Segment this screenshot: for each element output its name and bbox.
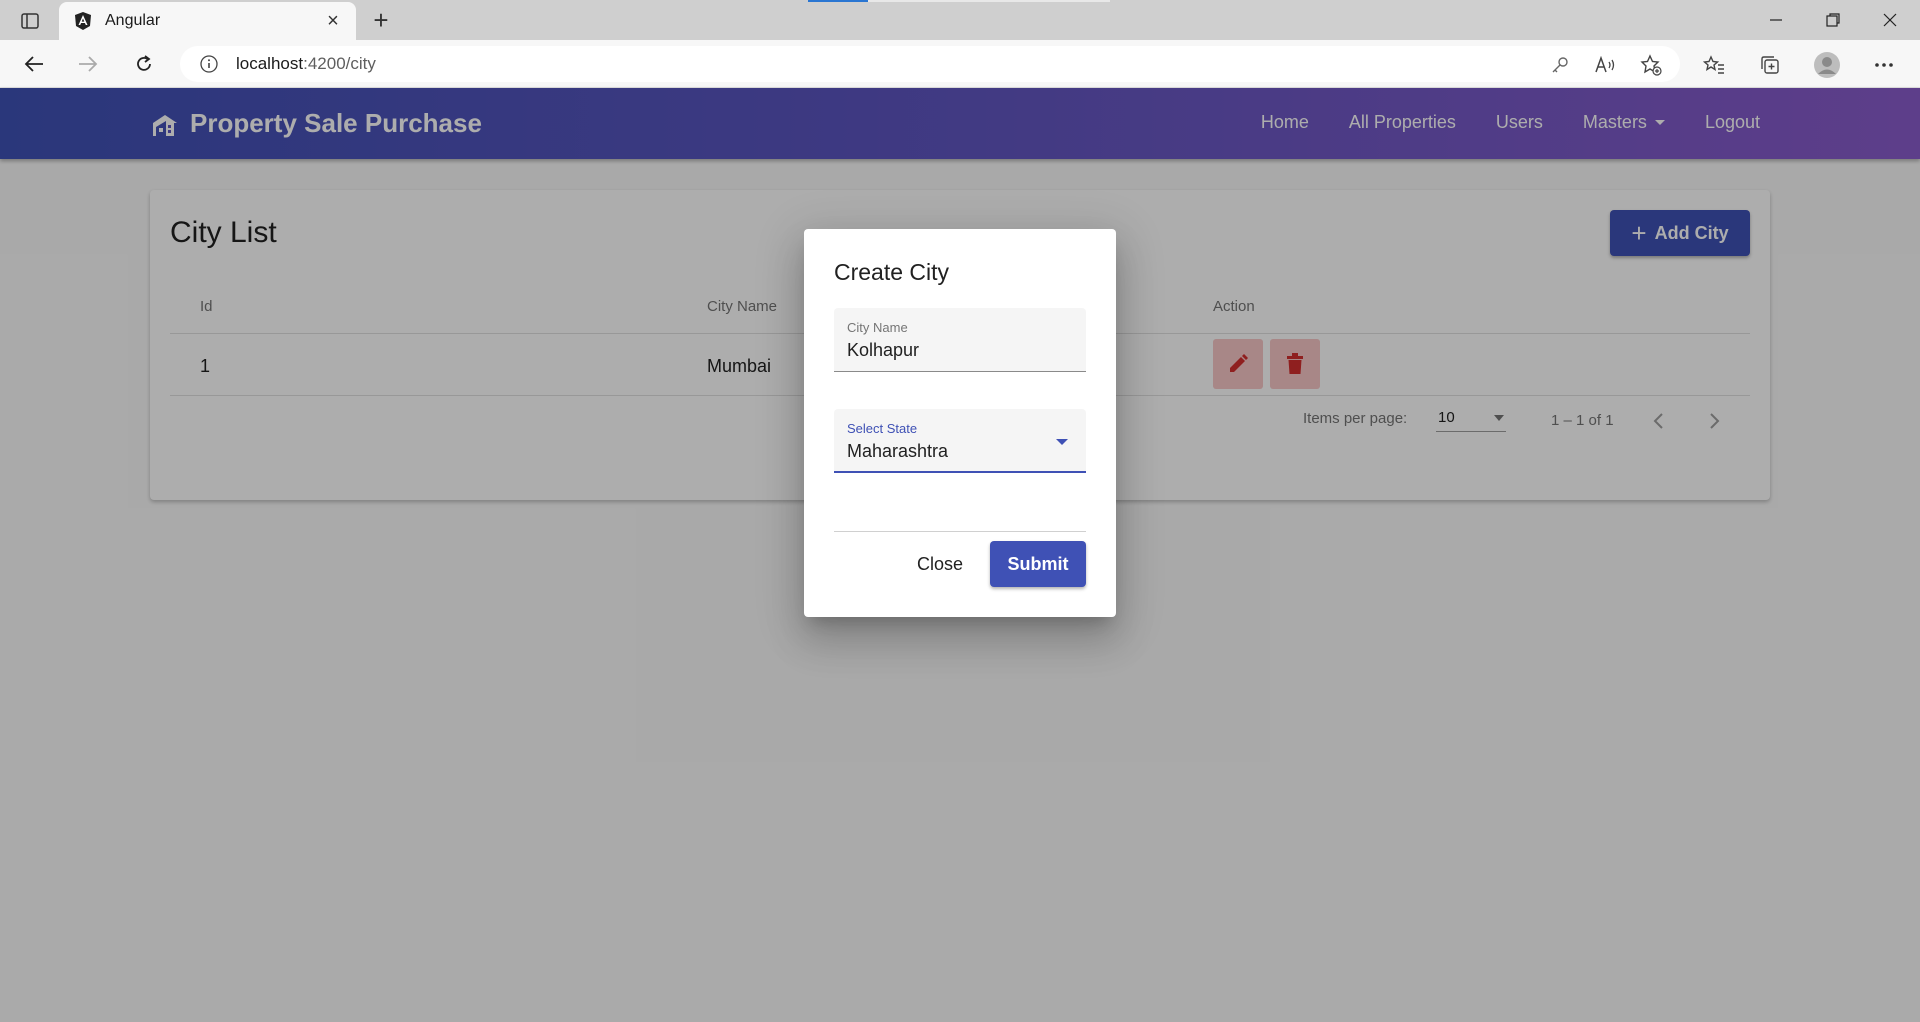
read-aloud-icon[interactable] [1591, 52, 1619, 78]
submit-button[interactable]: Submit [990, 541, 1086, 587]
tab-close-icon[interactable]: × [322, 10, 344, 33]
city-name-label: City Name [847, 320, 908, 335]
state-select-value[interactable]: Maharashtra [847, 441, 948, 462]
url-text: localhost:4200/city [236, 54, 376, 73]
loading-indicator [808, 0, 868, 2]
site-info-icon[interactable] [200, 55, 218, 73]
restore-icon[interactable] [1813, 6, 1853, 34]
create-city-dialog: Create City City Name Kolhapur Select St… [804, 229, 1116, 617]
field-underline [834, 471, 1086, 473]
city-name-field[interactable]: City Name Kolhapur [834, 308, 1086, 372]
dialog-divider [834, 531, 1086, 532]
browser-tab-bar: Angular × + [0, 0, 1920, 40]
url-field[interactable]: localhost:4200/city [180, 46, 1680, 82]
field-underline [834, 371, 1086, 372]
window-close-icon[interactable] [1870, 6, 1910, 34]
loading-track [868, 0, 1110, 2]
collections-icon[interactable] [1756, 52, 1784, 78]
tab-title: Angular [105, 12, 161, 29]
angular-logo-icon [75, 12, 91, 30]
key-icon[interactable] [1546, 52, 1574, 78]
profile-avatar-icon[interactable] [1813, 52, 1841, 78]
state-label: Select State [847, 421, 918, 436]
dropdown-arrow-icon [1056, 439, 1068, 445]
state-select-field[interactable]: Select State Maharashtra [834, 409, 1086, 473]
refresh-icon[interactable] [128, 50, 160, 78]
more-menu-icon[interactable] [1870, 52, 1898, 78]
address-bar-row: localhost:4200/city [0, 40, 1920, 88]
browser-tab[interactable]: Angular × [59, 2, 356, 40]
close-button[interactable]: Close [905, 541, 975, 587]
add-favorite-icon[interactable] [1637, 52, 1665, 78]
favorites-icon[interactable] [1700, 52, 1728, 78]
tab-actions-icon[interactable] [14, 8, 46, 34]
city-name-input[interactable]: Kolhapur [847, 340, 919, 361]
forward-icon[interactable] [72, 50, 104, 78]
dialog-title: Create City [834, 259, 950, 285]
minimize-icon[interactable] [1756, 6, 1796, 34]
new-tab-icon[interactable]: + [367, 5, 395, 35]
back-icon[interactable] [18, 50, 50, 78]
